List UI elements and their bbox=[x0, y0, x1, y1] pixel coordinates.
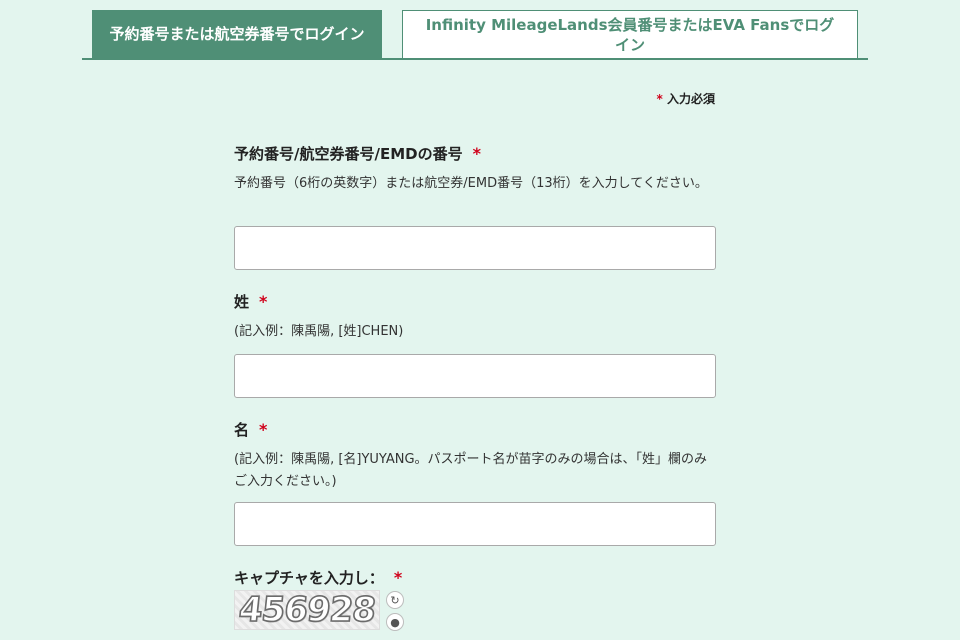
required-asterisk: * bbox=[259, 420, 268, 439]
required-asterisk: * bbox=[472, 144, 481, 163]
refresh-icon[interactable]: ↻ bbox=[386, 591, 404, 609]
booking-number-input[interactable] bbox=[234, 226, 716, 270]
surname-label-text: 姓 bbox=[234, 293, 250, 311]
captcha-label-text: キャプチャを入力し： bbox=[234, 569, 384, 587]
captcha-image: 456928 bbox=[234, 589, 380, 631]
required-asterisk: * bbox=[393, 568, 403, 587]
audio-icon[interactable]: ● bbox=[386, 613, 404, 631]
required-asterisk: * bbox=[259, 292, 268, 311]
given-name-label-text: 名 bbox=[234, 421, 250, 439]
booking-number-label: 予約番号/航空券番号/EMDの番号 * bbox=[234, 143, 481, 164]
captcha-label: キャプチャを入力し： * bbox=[234, 567, 402, 588]
given-name-hint: (記入例：陳禹陽, [名]YUYANG。パスポート名が苗字のみの場合は、「姓」欄… bbox=[234, 452, 708, 489]
login-form: 予約番号/航空券番号/EMDの番号 * 予約番号（6桁の英数字）または航空券/EM… bbox=[234, 0, 716, 640]
given-name-input[interactable] bbox=[234, 502, 716, 546]
given-name-label: 名 * bbox=[234, 419, 267, 440]
captcha-image-text: 456928 bbox=[236, 589, 378, 631]
surname-label: 姓 * bbox=[234, 291, 267, 312]
surname-input[interactable] bbox=[234, 354, 716, 398]
surname-hint: (記入例：陳禹陽, [姓]CHEN) bbox=[234, 324, 404, 339]
booking-number-label-text: 予約番号/航空券番号/EMDの番号 bbox=[234, 145, 463, 163]
booking-number-hint: 予約番号（6桁の英数字）または航空券/EMD番号（13桁）を入力してください。 bbox=[234, 176, 708, 191]
